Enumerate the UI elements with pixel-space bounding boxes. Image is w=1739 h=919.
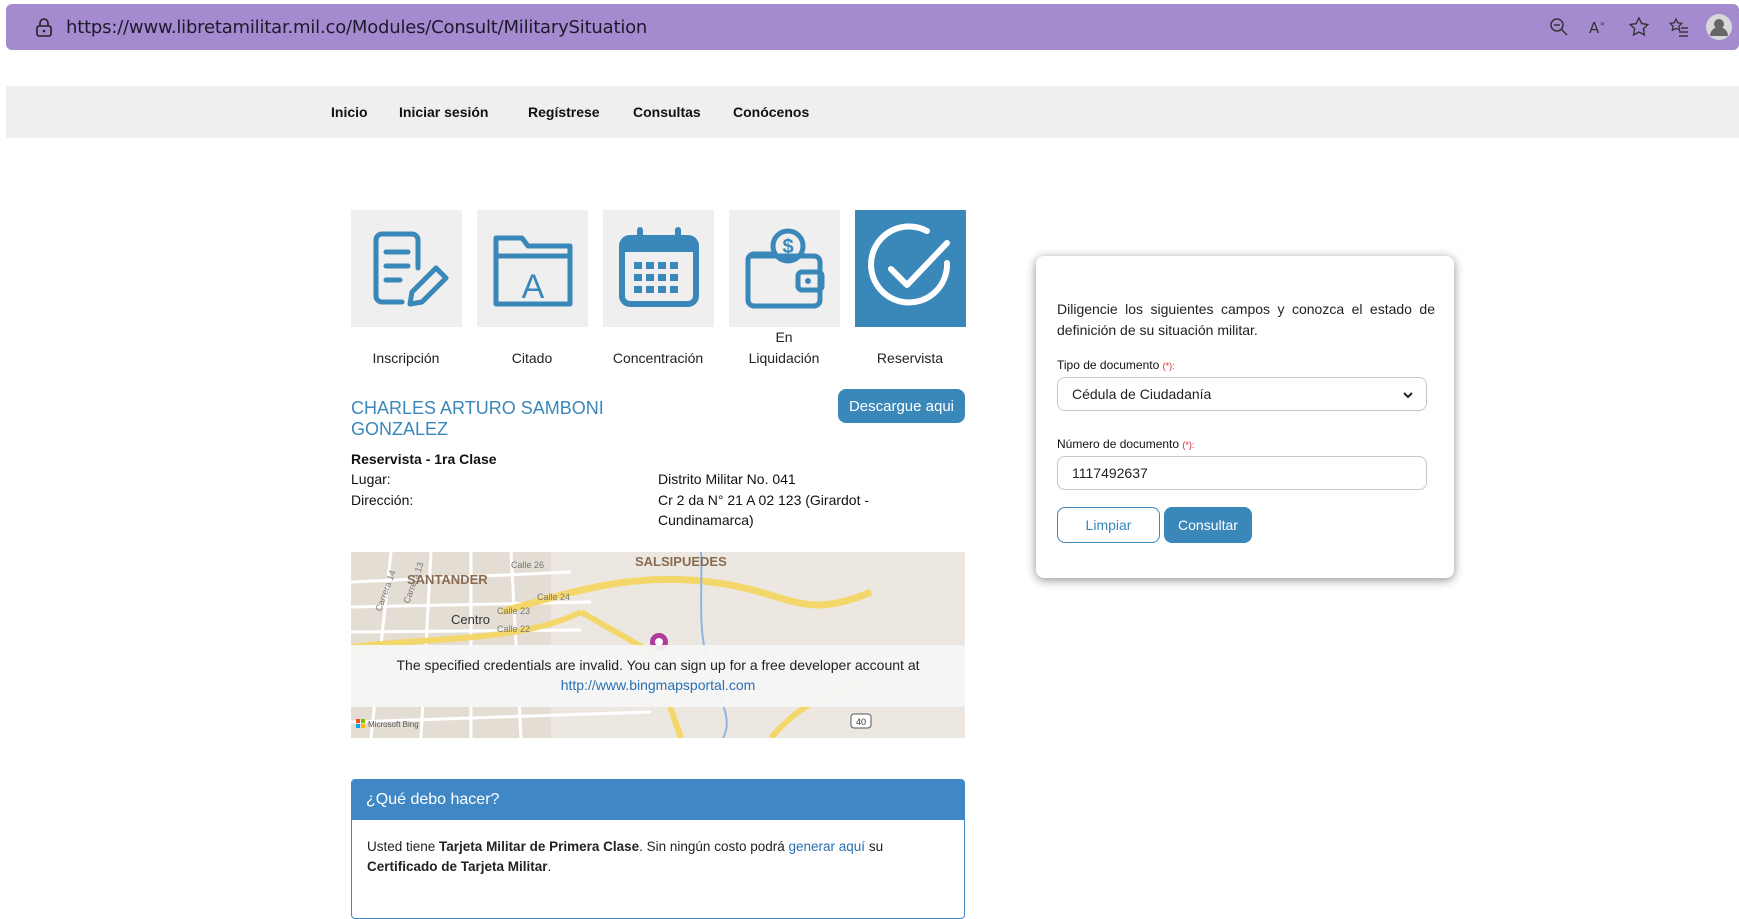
step-reservista	[855, 210, 966, 327]
clear-button[interactable]: Limpiar	[1057, 507, 1160, 543]
address-value-line2: Cundinamarca)	[658, 512, 754, 528]
address-value-line1: Cr 2 da N° 21 A 02 123 (Girardot -	[658, 492, 870, 508]
svg-text:Calle 24: Calle 24	[537, 592, 570, 602]
form-intro: Diligencie los siguientes campos y conoz…	[1057, 301, 1435, 338]
document-edit-icon	[373, 231, 448, 306]
help-text-3: su	[865, 839, 884, 854]
help-text-2: . Sin ningún costo podrá	[639, 839, 789, 854]
svg-text:A: A	[521, 268, 544, 306]
step-label-liquidacion: Liquidación	[748, 350, 820, 366]
wallet-icon: $	[745, 228, 824, 308]
svg-text:»: »	[1600, 19, 1605, 28]
calendar-icon	[618, 226, 699, 307]
svg-text:Calle 26: Calle 26	[511, 560, 544, 570]
nav-conocenos[interactable]: Conócenos	[733, 104, 809, 120]
step-inscripcion	[351, 210, 462, 327]
doc-number-label: Número de documento (*):	[1057, 437, 1194, 451]
step-label-concentracion: Concentración	[612, 350, 704, 366]
doc-type-select[interactable]: Cédula de Ciudadanía	[1057, 377, 1427, 411]
help-panel-title: ¿Qué debo hacer?	[352, 780, 964, 820]
browser-address-bar[interactable]: https://www.libretamilitar.mil.co/Module…	[6, 4, 1739, 50]
nav-iniciar-sesion[interactable]: Iniciar sesión	[399, 104, 488, 120]
help-text-1: Usted tiene	[367, 839, 440, 854]
location-map[interactable]: SANTANDER SALSIPUEDES Centro Calle 26 Ca…	[351, 552, 965, 738]
person-name-line2: GONZALEZ	[351, 419, 449, 439]
step-concentracion	[603, 210, 714, 327]
svg-text:Microsoft Bing: Microsoft Bing	[368, 720, 419, 729]
help-bold-2: Certificado de Tarjeta Militar	[367, 859, 548, 874]
svg-text:40: 40	[856, 717, 866, 727]
zoom-out-icon[interactable]	[1539, 17, 1579, 37]
doc-number-label-text: Número de documento	[1057, 437, 1180, 451]
folder-icon: A	[493, 235, 572, 306]
nav-registrese[interactable]: Regístrese	[528, 104, 600, 120]
doc-number-input[interactable]: 1117492637	[1057, 456, 1427, 490]
profile-icon[interactable]	[1699, 13, 1739, 41]
place-value: Distrito Militar No. 041	[658, 471, 796, 487]
address-label: Dirección:	[351, 492, 414, 508]
step-label-citado: Citado	[511, 350, 553, 366]
step-en-liquidacion: $	[729, 210, 840, 327]
military-status: Reservista - 1ra Clase	[351, 451, 497, 467]
download-button[interactable]: Descargue aqui	[838, 389, 965, 423]
svg-text:Centro: Centro	[451, 612, 490, 627]
generate-link[interactable]: generar aquí	[789, 839, 866, 854]
check-circle-icon	[867, 223, 950, 305]
nav-inicio[interactable]: Inicio	[331, 104, 368, 120]
lock-icon	[36, 18, 52, 37]
svg-text:SALSIPUEDES: SALSIPUEDES	[635, 554, 727, 569]
svg-text:Calle 22: Calle 22	[497, 624, 530, 634]
svg-text:$: $	[782, 236, 793, 258]
url-text[interactable]: https://www.libretamilitar.mil.co/Module…	[66, 17, 647, 38]
place-label: Lugar:	[351, 471, 391, 487]
doc-type-label: Tipo de documento (*):	[1057, 358, 1175, 372]
star-icon[interactable]	[1619, 16, 1659, 38]
map-error-text: The specified credentials are invalid. Y…	[396, 657, 920, 673]
bing-portal-link[interactable]: http://www.bingmapsportal.com	[351, 675, 965, 695]
step-label-inscripcion: Inscripción	[372, 350, 440, 366]
svg-text:A: A	[1589, 19, 1600, 37]
read-aloud-icon[interactable]: A»	[1579, 17, 1619, 37]
doc-type-label-text: Tipo de documento	[1057, 358, 1160, 372]
nav-consultas[interactable]: Consultas	[633, 104, 701, 120]
help-panel: ¿Qué debo hacer? Usted tiene Tarjeta Mil…	[351, 779, 965, 919]
main-nav: Inicio Iniciar sesión Regístrese Consult…	[6, 86, 1739, 138]
help-panel-body: Usted tiene Tarjeta Militar de Primera C…	[352, 820, 964, 894]
step-label-en: En	[775, 329, 793, 345]
chevron-down-icon	[1403, 392, 1413, 399]
map-error-message: The specified credentials are invalid. Y…	[351, 645, 965, 707]
required-mark: (*):	[1182, 440, 1195, 450]
required-mark: (*):	[1162, 361, 1175, 371]
step-citado: A	[477, 210, 588, 327]
step-label-reservista: Reservista	[876, 350, 944, 366]
consult-form-card: Diligencie los siguientes campos y conoz…	[1036, 256, 1454, 578]
favorites-list-icon[interactable]	[1659, 16, 1699, 38]
help-bold-1: Tarjeta Militar de Primera Clase	[439, 839, 640, 854]
help-text-4: .	[547, 859, 552, 874]
person-name: CHARLES ARTURO SAMBONI GONZALEZ	[351, 398, 651, 440]
doc-type-value: Cédula de Ciudadanía	[1072, 386, 1212, 402]
person-name-line1: CHARLES ARTURO SAMBONI	[351, 398, 604, 418]
consult-button[interactable]: Consultar	[1164, 507, 1252, 543]
svg-text:Calle 23: Calle 23	[497, 606, 530, 616]
